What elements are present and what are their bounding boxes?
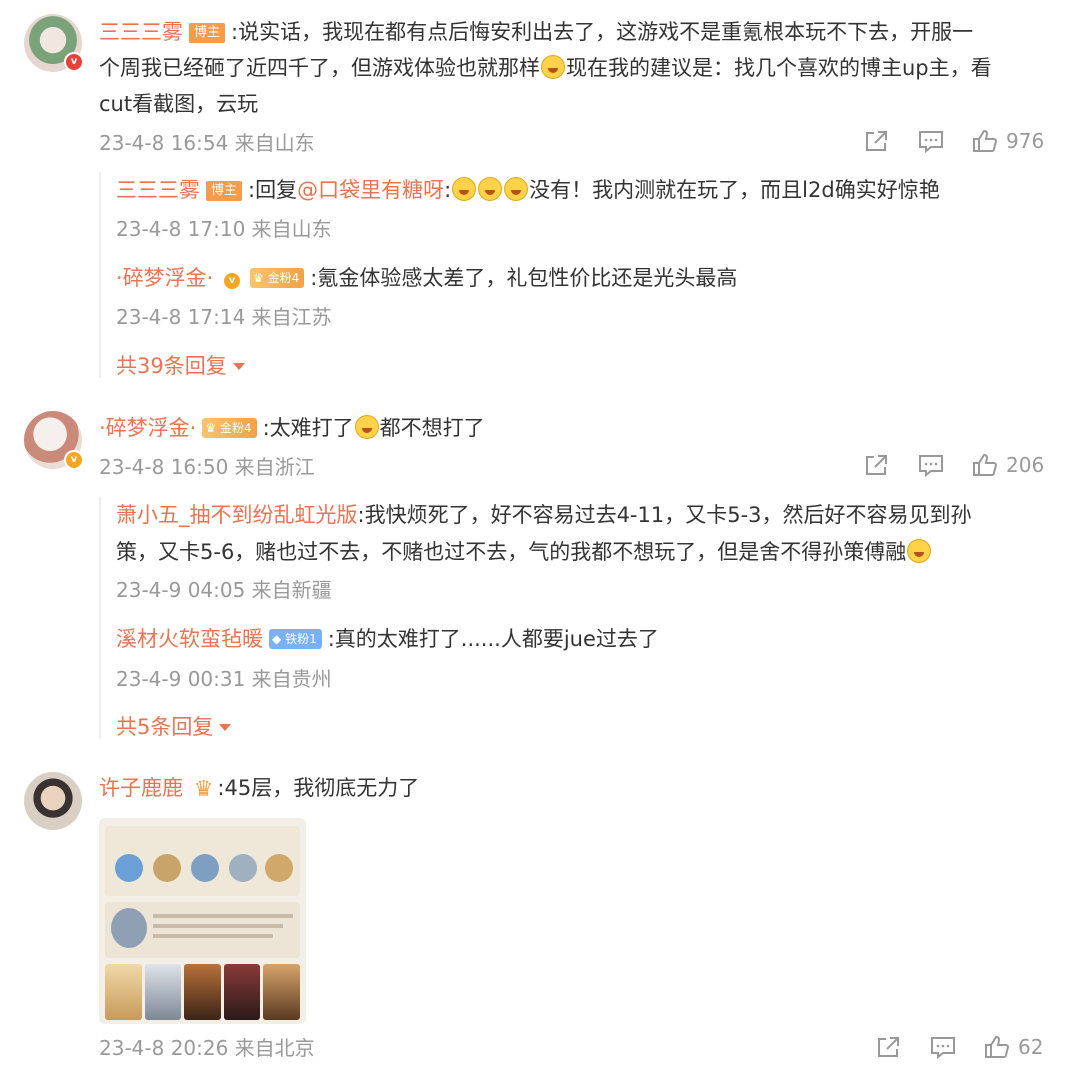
comment-text: cut看截图，云玩 <box>99 92 259 116</box>
comment-icon[interactable] <box>918 129 944 153</box>
reply-text: 萧小五_抽不到纷乱虹光版:我快烦死了，好不容易过去4-11，又卡5-3，然后好不… <box>116 503 972 527</box>
emoji-icon <box>354 415 379 439</box>
reply-divider <box>99 172 101 378</box>
comment-time: 23-4-8 20:26 来自北京 <box>99 1036 315 1060</box>
username[interactable]: ·碎梦浮金· <box>116 266 213 290</box>
blogger-badge: 博主 <box>189 23 226 43</box>
comment-icon[interactable] <box>930 1035 956 1059</box>
username[interactable]: 许子鹿鹿 <box>99 776 183 800</box>
reply-time: 23-4-8 17:14 来自江苏 <box>116 305 332 329</box>
reply-text: 溪材火软蛮毡暖 ◆ 铁粉1:真的太难打了......人都要jue过去了 <box>116 627 659 651</box>
avatar[interactable] <box>24 772 82 830</box>
like-count: 62 <box>1018 1035 1044 1059</box>
username[interactable]: 溪材火软蛮毡暖 <box>116 627 263 651</box>
like-icon[interactable] <box>984 1035 1010 1059</box>
username[interactable]: ·碎梦浮金· <box>99 416 196 440</box>
verified-icon: v <box>64 450 84 470</box>
view-more-replies[interactable]: 共39条回复 <box>116 351 245 381</box>
comment-text: 三三三雾 博主:说实话，我现在都有点后悔安利出去了，这游戏不是重氪根本玩不下去，开… <box>99 20 974 44</box>
fan-badge: ◆ 铁粉1 <box>269 629 322 649</box>
reply-time: 23-4-8 17:10 来自山东 <box>116 217 332 241</box>
image-panel-enemy <box>105 902 300 958</box>
crown-icon: ♛ <box>205 421 217 435</box>
reply-time: 23-4-9 04:05 来自新疆 <box>116 578 332 602</box>
comment-text: 许子鹿鹿 ♛:45层，我彻底无力了 <box>99 770 419 808</box>
comment-actions: 206 <box>864 453 1044 477</box>
like-count: 976 <box>1006 129 1045 153</box>
share-icon[interactable] <box>864 129 890 153</box>
comment-icon[interactable] <box>918 453 944 477</box>
verified-icon: v <box>64 52 84 72</box>
mention-link[interactable]: @口袋里有糖呀 <box>297 178 444 202</box>
reply-text: 三三三雾 博主:回复@口袋里有糖呀: 没有！我内测就在玩了，而且l2d确实好惊艳 <box>116 177 940 202</box>
diamond-icon: ◆ <box>272 632 282 646</box>
emoji-icon <box>541 55 565 79</box>
image-panel-rewards <box>105 826 300 896</box>
fan-badge: ♛ 金粉4 <box>250 268 305 288</box>
reply-time: 23-4-9 00:31 来自贵州 <box>116 667 332 691</box>
share-icon[interactable] <box>876 1035 902 1059</box>
reply-text: 策，又卡5-6，赌也过不去，不赌也过不去，气的我都不想玩了，但是舍不得孙策傅融 <box>116 534 932 570</box>
like-count: 206 <box>1006 453 1045 477</box>
comment-text: ·碎梦浮金· ♛ 金粉4:太难打了 都不想打了 <box>99 415 485 440</box>
like-icon[interactable] <box>972 129 998 153</box>
comment-actions: 976 <box>864 129 1044 153</box>
verified-icon: v <box>222 271 243 291</box>
attached-image[interactable] <box>99 818 306 1024</box>
image-panel-team <box>105 964 300 1020</box>
comment-time: 23-4-8 16:54 来自山东 <box>99 131 315 155</box>
like-icon[interactable] <box>972 453 998 477</box>
share-icon[interactable] <box>864 453 890 477</box>
chevron-down-icon <box>219 724 232 731</box>
emoji-icon <box>452 177 477 201</box>
comment-text: 个周我已经砸了近四千了，但游戏体验也就那样 现在我的建议是：找几个喜欢的博主up主… <box>99 55 992 80</box>
chevron-down-icon <box>232 363 245 370</box>
comment-actions: 62 <box>876 1035 1043 1059</box>
emoji-icon <box>907 539 932 563</box>
reply-divider <box>99 497 101 739</box>
comment-time: 23-4-8 16:50 来自浙江 <box>99 455 315 479</box>
username[interactable]: 萧小五_抽不到纷乱虹光版 <box>116 503 358 527</box>
reply-text: ·碎梦浮金· v ♛ 金粉4:氪金体验感太差了，礼包性价比还是光头最高 <box>116 266 738 291</box>
crown-icon: ♛ <box>253 271 264 285</box>
view-more-replies[interactable]: 共5条回复 <box>116 712 232 742</box>
emoji-icon <box>504 177 529 201</box>
crown-icon: ♛ <box>193 777 214 802</box>
blogger-badge: 博主 <box>206 181 243 201</box>
fan-badge: ♛ 金粉4 <box>202 418 257 438</box>
emoji-icon <box>478 177 503 201</box>
username[interactable]: 三三三雾 <box>99 20 183 44</box>
username[interactable]: 三三三雾 <box>116 178 200 202</box>
